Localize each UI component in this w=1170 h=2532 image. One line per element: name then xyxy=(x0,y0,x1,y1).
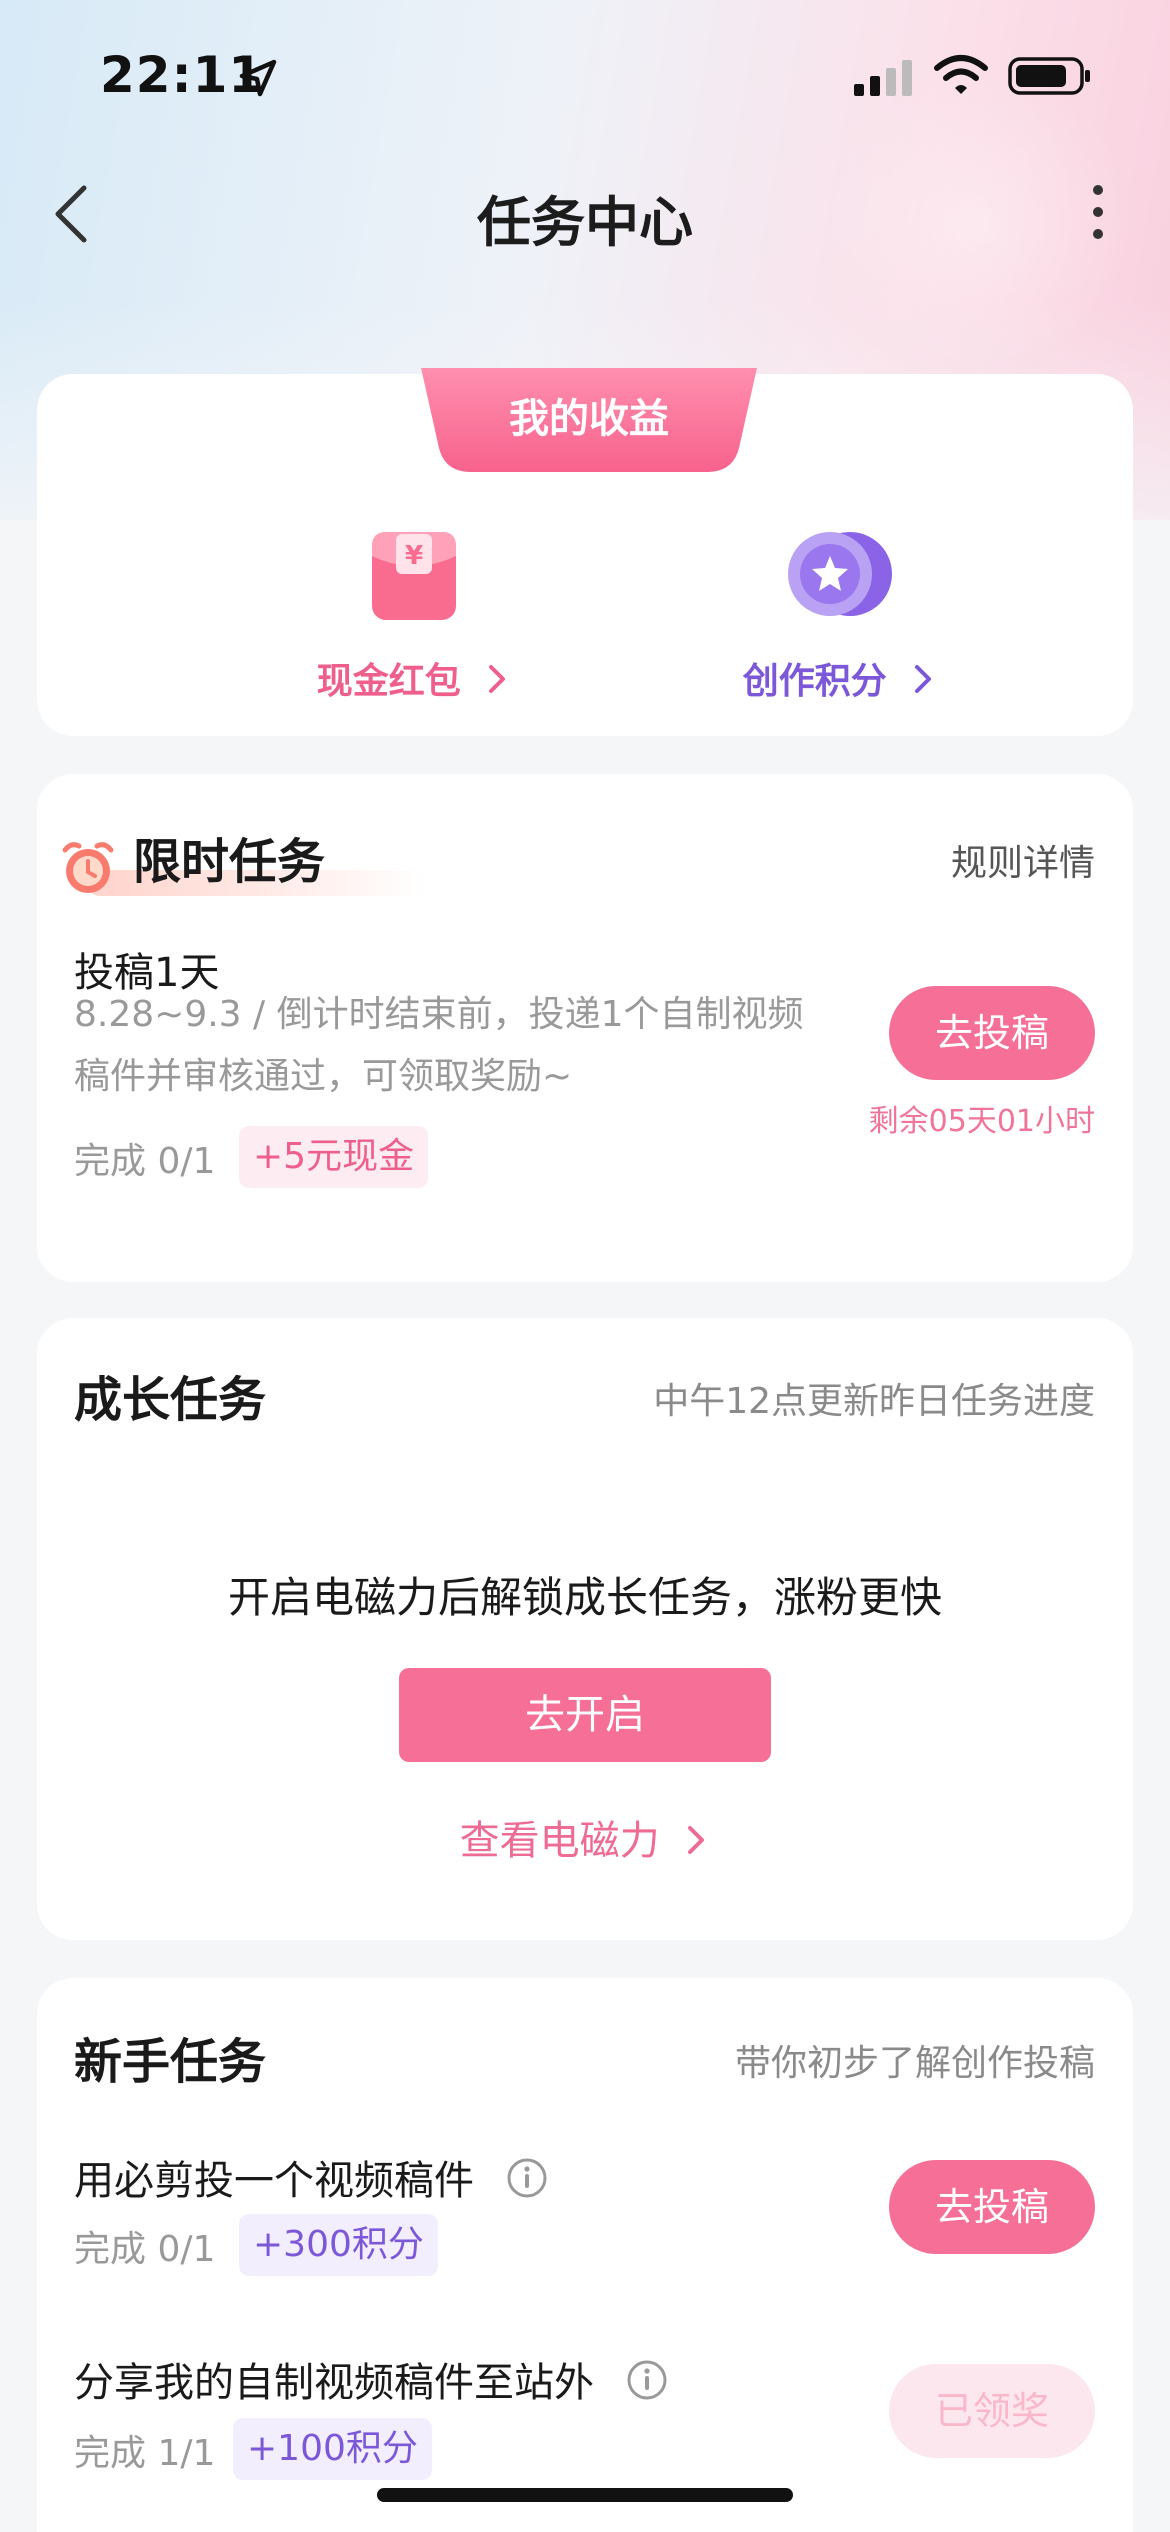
location-arrow-icon xyxy=(239,59,277,97)
newbie-reward-badge: +100积分 xyxy=(233,2418,432,2480)
newbie-task-title: 新手任务 xyxy=(74,2034,267,2090)
red-packet-icon: ¥ xyxy=(372,532,456,620)
wifi-icon xyxy=(934,55,988,94)
growth-unlock-message: 开启电磁力后解锁成长任务，涨粉更快 xyxy=(227,1573,942,1622)
star-coin-icon xyxy=(788,532,892,616)
remaining-time: 剩余05天01小时 xyxy=(868,1104,1095,1139)
info-icon[interactable] xyxy=(625,2358,669,2402)
reward-badge: +5元现金 xyxy=(239,1126,429,1188)
limited-task-title: 限时任务 xyxy=(133,834,326,890)
newbie-task-name: 用必剪投一个视频稿件 xyxy=(74,2148,549,2206)
chevron-right-icon xyxy=(688,1826,705,1854)
battery-icon xyxy=(1008,57,1090,95)
earnings-card: 我的收益 ¥ 现金红包 创作积分 xyxy=(37,368,1133,736)
home-indicator[interactable] xyxy=(377,2488,793,2502)
task-description-line2: 稿件并审核通过，可领取奖励~ xyxy=(74,1056,573,1097)
chevron-right-icon xyxy=(915,665,932,693)
newbie-task-card: 新手任务 带你初步了解创作投稿 用必剪投一个视频稿件 完成 0/1 +300积分… xyxy=(37,1978,1133,2532)
newbie-reward-badge: +300积分 xyxy=(239,2214,438,2276)
creation-points-label: 创作积分 xyxy=(690,652,990,704)
newbie-task-subtitle: 带你初步了解创作投稿 xyxy=(734,2043,1095,2084)
chevron-right-icon xyxy=(489,665,506,693)
rules-detail-link[interactable]: 规则详情 xyxy=(951,834,1095,886)
task-progress: 完成 0/1 xyxy=(74,1141,216,1182)
task-description: 8.28~9.3 / 倒计时结束前，投递1个自制视频 稿件并审核通过，可领取奖励… xyxy=(74,984,854,1108)
alarm-clock-icon xyxy=(62,842,114,893)
newbie-task-name: 分享我的自制视频稿件至站外 xyxy=(74,2350,669,2408)
cash-redpacket-entry[interactable]: ¥ 现金红包 xyxy=(264,524,564,714)
status-bar: 22:11 xyxy=(0,0,1170,150)
more-vertical-icon[interactable] xyxy=(1080,180,1116,244)
submit-button[interactable]: 去投稿 xyxy=(889,986,1095,1080)
newbie-task-progress: 完成 0/1 xyxy=(74,2229,216,2270)
growth-task-title: 成长任务 xyxy=(74,1372,267,1428)
growth-task-subtitle: 中午12点更新昨日任务进度 xyxy=(653,1381,1095,1422)
reward-claimed-button: 已领奖 xyxy=(889,2364,1095,2458)
growth-task-card: 成长任务 中午12点更新昨日任务进度 开启电磁力后解锁成长任务，涨粉更快 去开启… xyxy=(37,1318,1133,1940)
cellular-signal-icon xyxy=(854,60,912,96)
newbie-task-progress: 完成 1/1 xyxy=(74,2433,216,2474)
creation-points-entry[interactable]: 创作积分 xyxy=(690,524,990,714)
info-icon[interactable] xyxy=(505,2156,549,2200)
earnings-tab-label: 我的收益 xyxy=(509,396,669,442)
task-description-line1: 8.28~9.3 / 倒计时结束前，投递1个自制视频 xyxy=(74,994,804,1035)
limited-task-card: 限时任务 规则详情 投稿1天 8.28~9.3 / 倒计时结束前，投递1个自制视… xyxy=(37,774,1133,1282)
enable-button[interactable]: 去开启 xyxy=(399,1668,771,1762)
view-electromagnetic-link[interactable]: 查看电磁力 xyxy=(37,1808,1133,1866)
svg-text:¥: ¥ xyxy=(405,541,423,571)
newbie-submit-button[interactable]: 去投稿 xyxy=(889,2160,1095,2254)
page-title: 任务中心 xyxy=(477,191,693,254)
cash-redpacket-label: 现金红包 xyxy=(264,652,564,704)
